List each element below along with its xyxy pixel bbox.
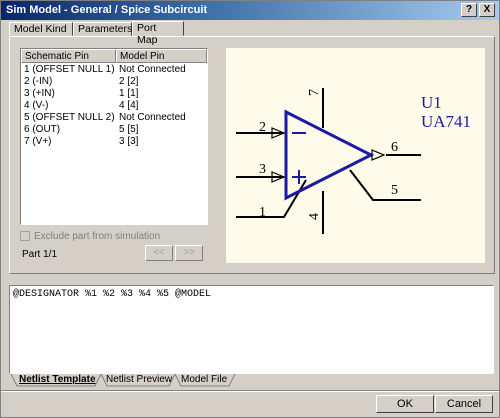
opamp-symbol: 2 3 1 6 5 4 7 U1 UA741 <box>236 88 471 234</box>
model-pin-cell[interactable]: Not Connected <box>119 64 186 76</box>
pin-1-wire <box>236 179 307 218</box>
tab-netlist-preview[interactable]: Netlist Preview <box>100 374 178 387</box>
next-part-button[interactable]: >> <box>175 245 203 261</box>
opamp-triangle <box>284 109 375 201</box>
table-row[interactable]: 7 (V+) 3 [3] <box>21 136 207 148</box>
table-row[interactable]: 1 (OFFSET NULL 1) Not Connected <box>21 64 207 76</box>
tab-parameters[interactable]: Parameters <box>73 22 132 36</box>
model-pin-cell[interactable]: Not Connected <box>119 112 186 124</box>
schematic-pin-cell: 7 (V+) <box>24 136 52 147</box>
exclude-from-simulation-checkbox[interactable]: Exclude part from simulation <box>20 231 160 242</box>
pin-5-wire <box>349 169 421 201</box>
exclude-label: Exclude part from simulation <box>34 231 161 242</box>
table-row[interactable]: 5 (OFFSET NULL 2) Not Connected <box>21 112 207 124</box>
pin-1-number: 1 <box>259 205 266 220</box>
pin-5-number: 5 <box>391 183 398 198</box>
schematic-pin-cell: 6 (OUT) <box>24 124 61 135</box>
part-indicator: Part 1/1 <box>22 249 58 260</box>
schematic-pin-cell: 1 (OFFSET NULL 1) <box>24 64 115 75</box>
pin-map-table[interactable]: Schematic Pin Model Pin 1 (OFFSET NULL 1… <box>20 48 208 225</box>
separator <box>1 390 499 392</box>
cancel-button[interactable]: Cancel <box>435 395 493 413</box>
tab-netlist-template[interactable]: Netlist Template <box>13 374 102 387</box>
schematic-pin-cell: 2 (-IN) <box>24 76 53 87</box>
help-button[interactable]: ? <box>461 3 477 17</box>
table-row[interactable]: 3 (+IN) 1 [1] <box>21 88 207 100</box>
designator-label: U1 <box>421 93 442 112</box>
tab-model-file[interactable]: Model File <box>175 374 233 387</box>
model-pin-cell[interactable]: 5 [5] <box>119 124 138 136</box>
component-symbol-preview: 2 3 1 6 5 4 7 U1 UA741 <box>226 48 485 263</box>
schematic-pin-cell: 5 (OFFSET NULL 2) <box>24 112 115 123</box>
table-row[interactable]: 6 (OUT) 5 [5] <box>21 124 207 136</box>
pin-7-number: 7 <box>307 89 322 96</box>
comment-label: UA741 <box>421 112 471 131</box>
model-pin-cell[interactable]: 4 [4] <box>119 100 138 112</box>
dialog-window: Sim Model - General / Spice Subcircuit ?… <box>0 0 500 418</box>
model-pin-cell[interactable]: 2 [2] <box>119 76 138 88</box>
checkbox-box[interactable] <box>20 231 30 242</box>
pin-3-number: 3 <box>259 162 266 177</box>
ok-button[interactable]: OK <box>376 395 434 413</box>
model-pin-cell[interactable]: 1 [1] <box>119 88 138 100</box>
schematic-pin-cell: 3 (+IN) <box>24 88 55 99</box>
window-title: Sim Model - General / Spice Subcircuit <box>6 4 208 16</box>
title-bar[interactable]: Sim Model - General / Spice Subcircuit ?… <box>1 1 499 20</box>
table-row[interactable]: 4 (V-) 4 [4] <box>21 100 207 112</box>
netlist-template-editor[interactable]: @DESIGNATOR %1 %2 %3 %4 %5 @MODEL <box>9 285 494 374</box>
table-header: Schematic Pin Model Pin <box>21 49 207 63</box>
table-row[interactable]: 2 (-IN) 2 [2] <box>21 76 207 88</box>
column-header-model-pin[interactable]: Model Pin <box>116 49 207 63</box>
pin-4-number: 4 <box>307 213 322 220</box>
close-button[interactable]: X <box>479 3 495 17</box>
previous-part-button[interactable]: << <box>145 245 173 261</box>
netlist-template-text[interactable]: @DESIGNATOR %1 %2 %3 %4 %5 @MODEL <box>13 289 211 300</box>
pin-6-number: 6 <box>391 140 398 155</box>
schematic-pin-cell: 4 (V-) <box>24 100 49 111</box>
column-header-schematic-pin[interactable]: Schematic Pin <box>21 49 116 63</box>
tab-model-kind[interactable]: Model Kind <box>9 22 73 36</box>
tab-port-map[interactable]: Port Map <box>132 21 184 46</box>
pin-2-number: 2 <box>259 120 266 135</box>
model-pin-cell[interactable]: 3 [3] <box>119 136 138 148</box>
